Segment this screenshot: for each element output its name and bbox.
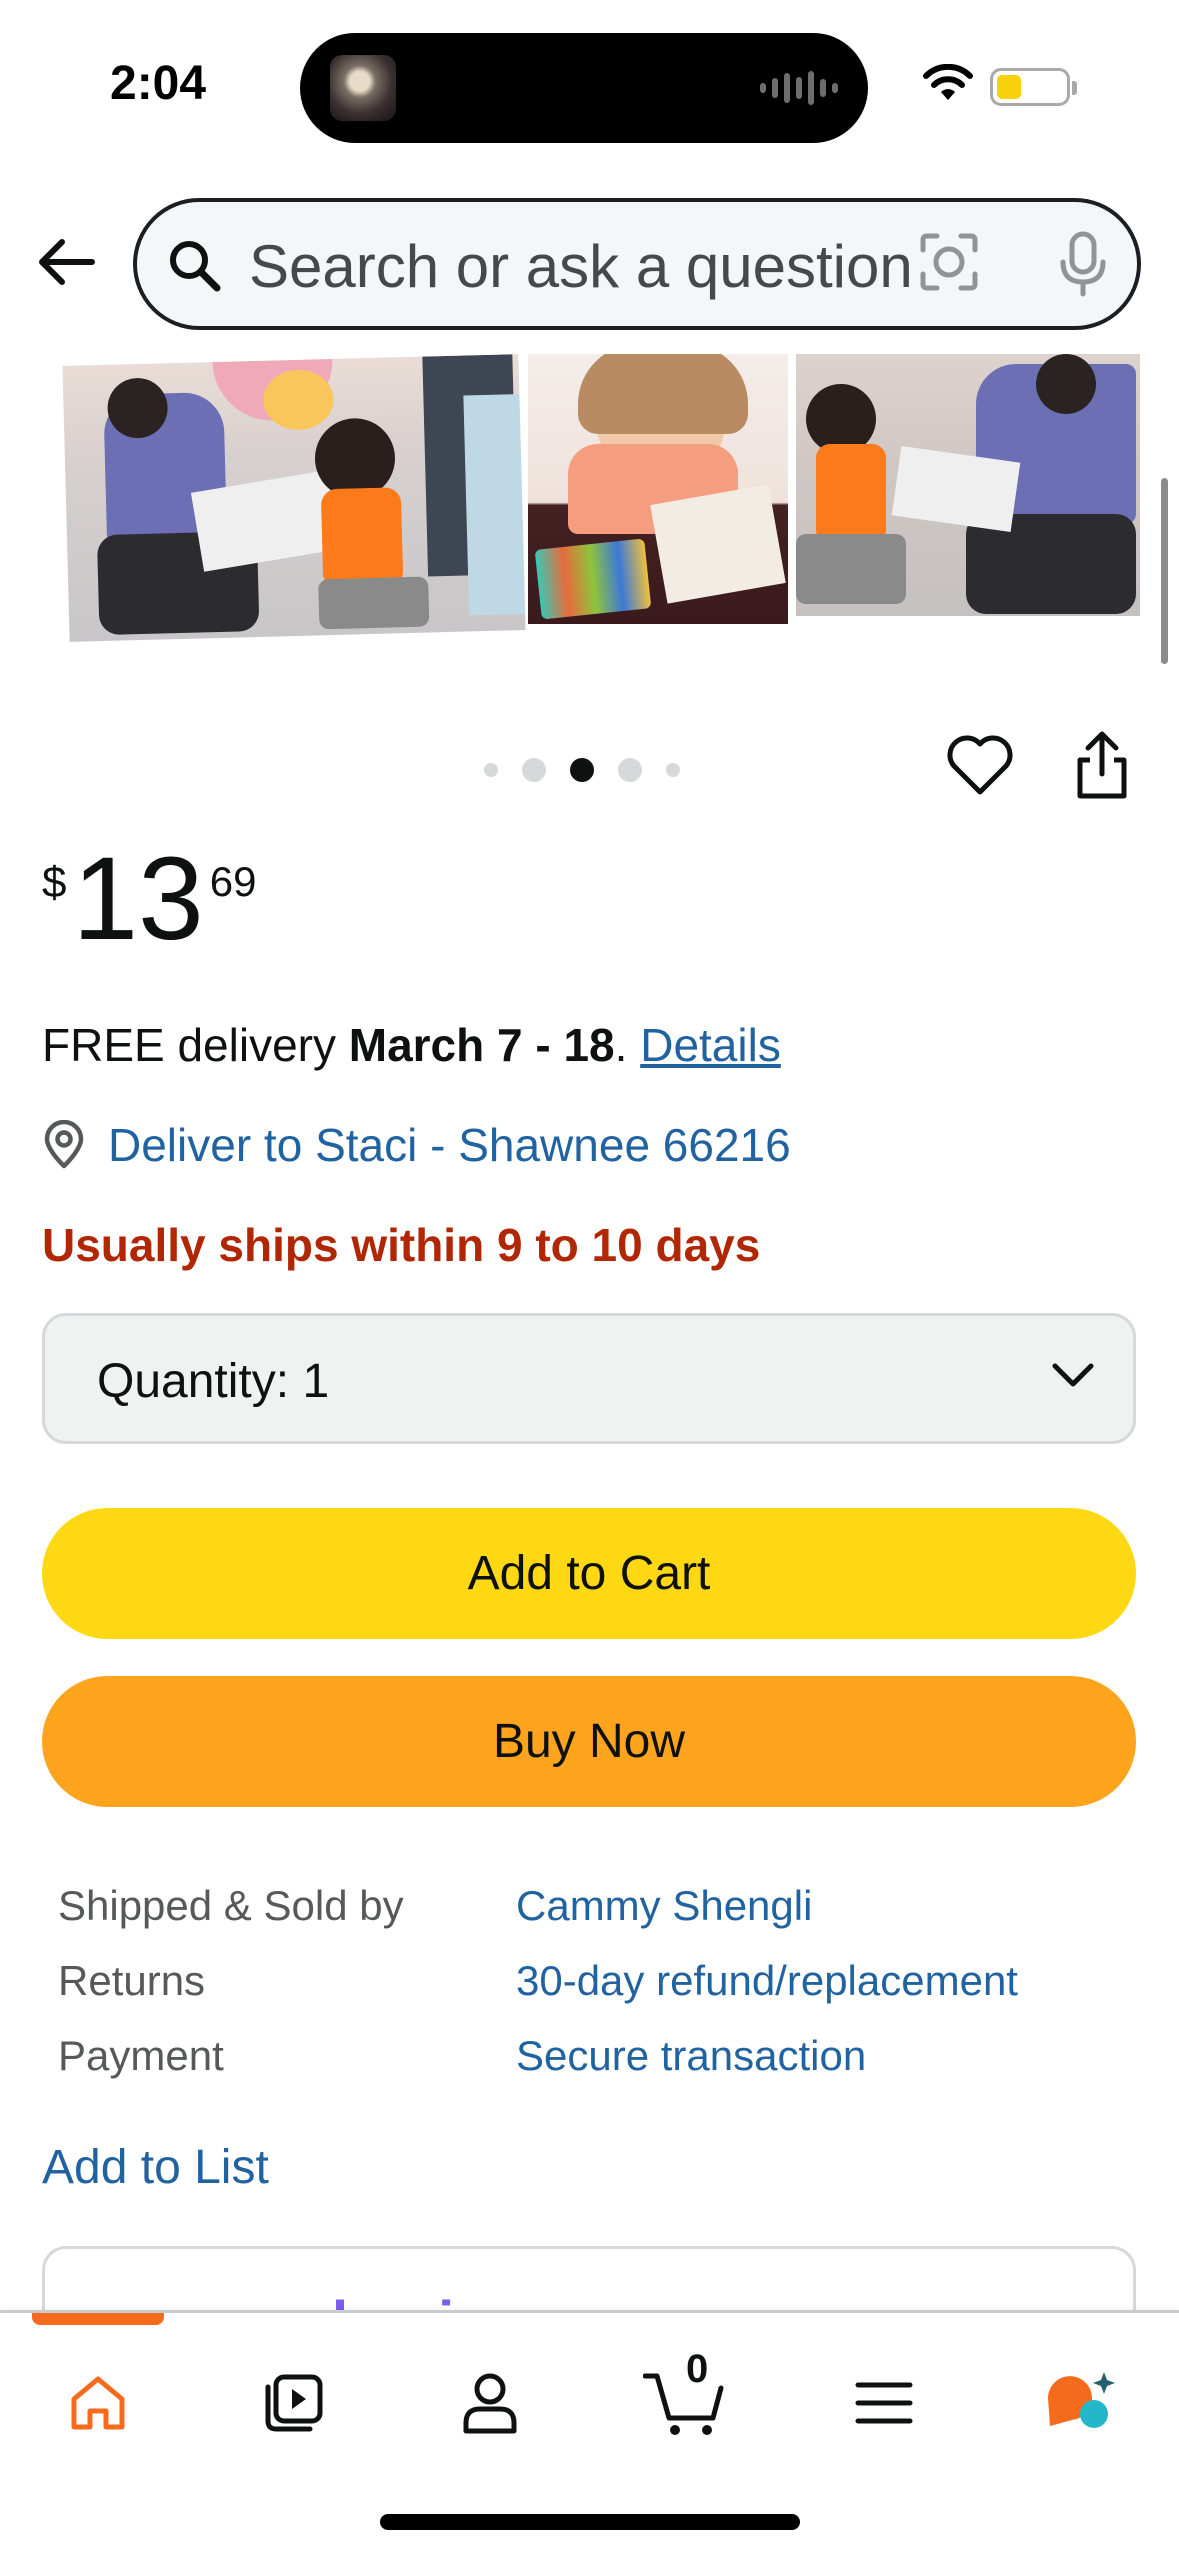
share-icon[interactable] — [1070, 730, 1134, 802]
carousel-dot[interactable] — [666, 763, 680, 777]
payment-link[interactable]: Secure transaction — [516, 2032, 866, 2080]
back-button[interactable] — [30, 226, 102, 298]
deliver-to-text[interactable]: Deliver to Staci - Shawnee 66216 — [108, 1118, 791, 1172]
chevron-down-icon — [1052, 1363, 1094, 1387]
search-icon — [170, 241, 221, 292]
deliver-to-location[interactable]: Deliver to Staci - Shawnee 66216 — [42, 1118, 791, 1172]
home-icon — [71, 2376, 125, 2430]
carousel-dot[interactable] — [484, 763, 498, 777]
quantity-label: Quantity: 1 — [97, 1355, 330, 1408]
delivery-prefix: FREE delivery — [42, 1019, 349, 1071]
microphone-icon[interactable] — [1055, 230, 1111, 298]
returns-label: Returns — [58, 1956, 206, 2004]
search-bar[interactable] — [133, 198, 1141, 330]
status-bar: 2:04 — [0, 0, 1179, 175]
wishlist-heart-icon[interactable] — [944, 734, 1016, 798]
seller-row: Shipped & Sold by Cammy Shengli — [58, 1868, 1018, 1943]
now-playing-album-art — [330, 55, 396, 121]
back-arrow-icon — [39, 239, 95, 285]
add-to-cart-button[interactable]: Add to Cart — [42, 1508, 1136, 1639]
scroll-indicator[interactable] — [1161, 478, 1168, 664]
status-time: 2:04 — [110, 57, 207, 110]
home-indicator-bar[interactable] — [380, 2514, 800, 2530]
location-pin-icon — [44, 1120, 84, 1169]
seller-info-table: Shipped & Sold by Cammy Shengli Returns … — [58, 1868, 1018, 2093]
carousel-dot-active[interactable] — [570, 758, 594, 782]
audio-waveform-icon — [760, 69, 838, 107]
carousel-dot[interactable] — [522, 758, 546, 782]
add-to-list-link[interactable]: Add to List — [42, 2140, 269, 2195]
nav-video[interactable] — [244, 2353, 344, 2453]
nav-rufus[interactable] — [1030, 2353, 1130, 2453]
seller-link[interactable]: Cammy Shengli — [516, 1882, 812, 1930]
price-fraction: 69 — [209, 858, 257, 905]
quantity-value: 1 — [302, 1355, 330, 1408]
product-price: $ 13 69 — [42, 840, 256, 958]
active-tab-indicator — [32, 2313, 164, 2325]
search-input[interactable] — [249, 226, 929, 306]
account-icon — [463, 2373, 517, 2434]
delivery-dates: March 7 - 18 — [348, 1019, 615, 1071]
product-photo-3[interactable] — [796, 354, 1140, 616]
video-icon — [265, 2374, 323, 2432]
menu-icon — [855, 2382, 913, 2424]
camera-lens-icon[interactable] — [917, 230, 981, 294]
product-photo-1[interactable] — [62, 354, 526, 642]
delivery-details-link[interactable]: Details — [640, 1019, 781, 1071]
price-whole: 13 — [72, 833, 204, 965]
returns-link[interactable]: 30-day refund/replacement — [516, 1957, 1018, 2005]
nav-account[interactable] — [440, 2353, 540, 2453]
dynamic-island[interactable] — [300, 33, 868, 143]
rufus-assistant-icon — [1048, 2372, 1115, 2428]
payment-label: Payment — [58, 2031, 224, 2079]
delivery-info: FREE delivery March 7 - 18. Details — [42, 1018, 781, 1072]
battery-icon — [990, 68, 1077, 106]
returns-row: Returns 30-day refund/replacement — [58, 1943, 1018, 2018]
quantity-dropdown[interactable]: Quantity: 1 — [42, 1313, 1136, 1444]
cart-count-badge: 0 — [686, 2347, 709, 2391]
carousel-dot[interactable] — [618, 758, 642, 782]
shipping-availability-note: Usually ships within 9 to 10 days — [42, 1219, 761, 1271]
nav-cart[interactable]: 0 — [636, 2347, 736, 2453]
wifi-icon — [923, 64, 973, 100]
nav-home[interactable] — [48, 2353, 148, 2453]
product-photo-2[interactable] — [528, 354, 788, 624]
seller-label: Shipped & Sold by — [58, 1881, 404, 1929]
price-currency: $ — [42, 858, 67, 907]
payment-row: Payment Secure transaction — [58, 2018, 1018, 2093]
carousel-pagination[interactable] — [484, 758, 680, 782]
delivery-suffix: . — [614, 1019, 641, 1071]
buy-now-button[interactable]: Buy Now — [42, 1676, 1136, 1807]
product-image-carousel[interactable] — [0, 354, 1179, 654]
nav-menu[interactable] — [834, 2353, 934, 2453]
